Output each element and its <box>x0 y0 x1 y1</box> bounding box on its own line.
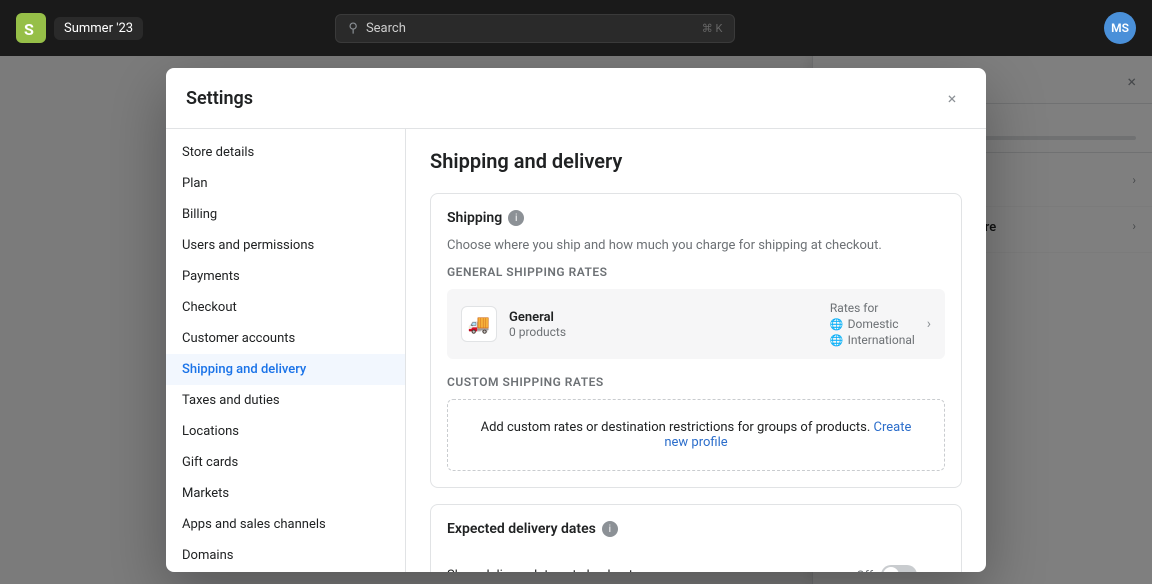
settings-layout: Store detailsPlanBillingUsers and permis… <box>166 129 986 572</box>
rate-chevron-icon: › <box>927 316 931 332</box>
delivery-dates-toggle[interactable] <box>881 565 917 572</box>
rate-icon: 🚚 <box>461 306 497 342</box>
rates-for-label: Rates for 🌐 Domestic 🌐 International <box>830 301 915 347</box>
show-delivery-label: Show delivery dates at checkout <box>447 568 633 573</box>
expected-delivery-body: Show delivery dates at checkout Off › <box>431 549 961 572</box>
logo-area: S Summer '23 <box>16 13 143 43</box>
topbar: S Summer '23 ⚲ Search ⌘ K MS <box>0 0 1152 56</box>
expected-delivery-card: Expected delivery dates i Show delivery … <box>430 504 962 572</box>
truck-icon: 🚚 <box>468 314 490 335</box>
search-box[interactable]: ⚲ Search ⌘ K <box>335 14 735 43</box>
international-label: International <box>848 333 915 347</box>
custom-rates-section: Custom shipping rates Add custom rates o… <box>447 375 945 471</box>
settings-sidebar-item-markets[interactable]: Markets <box>166 478 405 509</box>
domestic-label: Domestic <box>848 317 899 331</box>
general-rates-label: General shipping rates <box>447 265 945 279</box>
settings-sidebar-item-gift-cards[interactable]: Gift cards <box>166 447 405 478</box>
search-placeholder: Search <box>366 21 694 36</box>
settings-sidebar-item-apps-sales-channels[interactable]: Apps and sales channels <box>166 509 405 540</box>
settings-sidebar-item-store-details[interactable]: Store details <box>166 137 405 168</box>
globe2-icon: 🌐 <box>830 334 844 347</box>
settings-sidebar-item-payments[interactable]: Payments <box>166 261 405 292</box>
settings-sidebar-item-plan[interactable]: Plan <box>166 168 405 199</box>
settings-sidebar-item-shipping-delivery[interactable]: Shipping and delivery <box>166 354 405 385</box>
expected-delivery-info-icon[interactable]: i <box>602 521 618 537</box>
custom-rates-box: Add custom rates or destination restrict… <box>447 399 945 471</box>
settings-header: Settings × <box>166 68 986 129</box>
topbar-right: MS <box>1104 12 1136 44</box>
expected-delivery-header: Expected delivery dates i <box>431 505 961 549</box>
settings-sidebar: Store detailsPlanBillingUsers and permis… <box>166 129 406 572</box>
show-delivery-row: Show delivery dates at checkout Off › <box>447 549 945 572</box>
settings-sidebar-item-domains[interactable]: Domains <box>166 540 405 571</box>
settings-sidebar-item-locations[interactable]: Locations <box>166 416 405 447</box>
rate-product-count: 0 products <box>509 325 818 339</box>
rates-label: Rates for <box>830 301 915 315</box>
custom-rates-label: Custom shipping rates <box>447 375 945 389</box>
settings-close-button[interactable]: × <box>938 84 966 112</box>
avatar[interactable]: MS <box>1104 12 1136 44</box>
shipping-card-header: Shipping i <box>431 194 961 238</box>
shipping-card-body: Choose where you ship and how much you c… <box>431 238 961 487</box>
shopify-logo-icon: S <box>16 13 46 43</box>
delivery-row-chevron-button[interactable]: › <box>917 561 945 572</box>
search-icon: ⚲ <box>348 21 358 36</box>
general-rate-row[interactable]: 🚚 General 0 products Rates for 🌐 Dome <box>447 289 945 359</box>
expected-delivery-title: Expected delivery dates <box>447 521 596 537</box>
settings-dialog: Settings × Store detailsPlanBillingUsers… <box>166 68 986 572</box>
shipping-info-icon[interactable]: i <box>508 210 524 226</box>
settings-main: Shipping and delivery Shipping i Choose … <box>406 129 986 572</box>
shipping-subtitle: Choose where you ship and how much you c… <box>447 238 945 253</box>
custom-rates-text: Add custom rates or destination restrict… <box>468 420 924 450</box>
store-name-label[interactable]: Summer '23 <box>54 17 143 40</box>
toggle-state-label: Off <box>856 568 873 572</box>
rate-name: General <box>509 310 818 325</box>
search-area: ⚲ Search ⌘ K <box>335 14 735 43</box>
shipping-card-title: Shipping <box>447 210 502 226</box>
settings-sidebar-item-customer-accounts[interactable]: Customer accounts <box>166 323 405 354</box>
rate-info: General 0 products <box>509 310 818 339</box>
search-shortcut: ⌘ K <box>702 22 723 35</box>
settings-sidebar-item-billing[interactable]: Billing <box>166 199 405 230</box>
svg-text:S: S <box>24 20 34 39</box>
settings-sidebar-item-checkout[interactable]: Checkout <box>166 292 405 323</box>
toggle-knob <box>883 567 899 572</box>
settings-sidebar-item-customer-events[interactable]: Customer events <box>166 571 405 572</box>
settings-dialog-title: Settings <box>186 88 253 109</box>
settings-modal: Settings × Store detailsPlanBillingUsers… <box>0 56 1152 584</box>
settings-sidebar-item-users-permissions[interactable]: Users and permissions <box>166 230 405 261</box>
toggle-area: Off › <box>856 561 945 572</box>
globe-icon: 🌐 <box>830 318 844 331</box>
settings-sidebar-item-taxes-duties[interactable]: Taxes and duties <box>166 385 405 416</box>
page-title: Shipping and delivery <box>430 149 962 173</box>
shipping-card: Shipping i Choose where you ship and how… <box>430 193 962 488</box>
